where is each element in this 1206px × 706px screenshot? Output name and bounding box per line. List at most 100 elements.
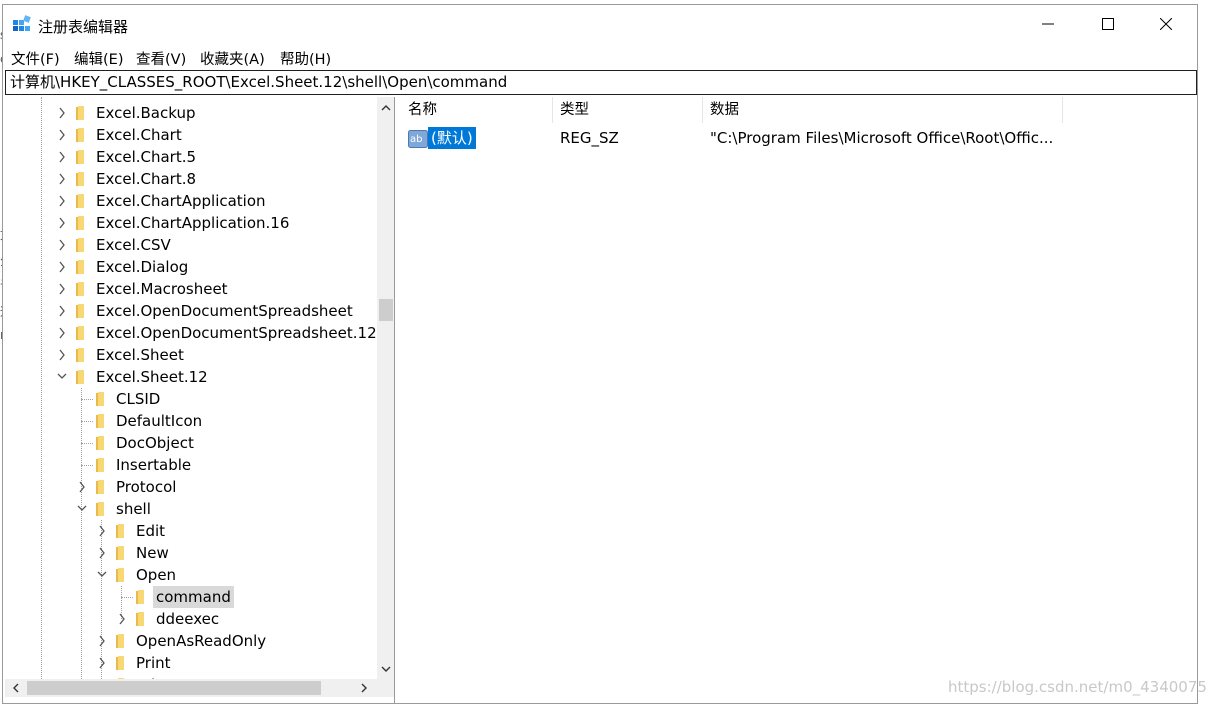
tree-node-ddeexec[interactable]: ddeexec: [5, 608, 377, 630]
tree-node-label[interactable]: Excel.Dialog: [93, 256, 191, 278]
tree-node-command[interactable]: command: [5, 586, 377, 608]
tree-node-excel-opendocumentspreadsheet[interactable]: Excel.OpenDocumentSpreadsheet: [5, 300, 377, 322]
folder-icon: [76, 128, 84, 142]
chevron-right-icon[interactable]: [56, 124, 68, 146]
chevron-right-icon[interactable]: [56, 322, 68, 344]
tree-node-label[interactable]: New: [133, 542, 172, 564]
chevron-down-icon[interactable]: [76, 498, 88, 520]
tree-node-label[interactable]: Print: [133, 652, 174, 674]
tree-node-protocol[interactable]: Protocol: [5, 476, 377, 498]
column-header-name[interactable]: 名称: [401, 97, 553, 123]
tree-node-new[interactable]: New: [5, 542, 377, 564]
tree-node-excel-chartapplication[interactable]: Excel.ChartApplication: [5, 190, 377, 212]
tree-node-excel-sheet[interactable]: Excel.Sheet: [5, 344, 377, 366]
tree-node-label[interactable]: Excel.OpenDocumentSpreadsheet.12: [93, 322, 380, 344]
tree-node-label[interactable]: CLSID: [113, 388, 163, 410]
scroll-left-icon[interactable]: [12, 683, 20, 693]
tree-node-label[interactable]: DefaultIcon: [113, 410, 205, 432]
chevron-down-icon[interactable]: [96, 564, 108, 586]
title-bar[interactable]: 注册表编辑器: [3, 5, 1197, 43]
value-name[interactable]: (默认): [428, 127, 476, 149]
tree-node-excel-chart-5[interactable]: Excel.Chart.5: [5, 146, 377, 168]
chevron-right-icon[interactable]: [56, 256, 68, 278]
close-button[interactable]: [1137, 5, 1195, 43]
chevron-right-icon[interactable]: [56, 102, 68, 124]
tree-node-excel-sheet-12[interactable]: Excel.Sheet.12: [5, 366, 377, 388]
tree-node-excel-backup[interactable]: Excel.Backup: [5, 102, 377, 124]
tree-node-label[interactable]: OpenAsReadOnly: [133, 630, 269, 652]
vertical-scroll-thumb[interactable]: [379, 299, 393, 321]
tree-node-excel-chart[interactable]: Excel.Chart: [5, 124, 377, 146]
tree-node-label[interactable]: DocObject: [113, 432, 197, 454]
folder-icon: [96, 436, 104, 450]
chevron-right-icon[interactable]: [96, 652, 108, 674]
tree-node-clsid[interactable]: CLSID: [5, 388, 377, 410]
address-bar[interactable]: 计算机\HKEY_CLASSES_ROOT\Excel.Sheet.12\she…: [5, 70, 1197, 95]
chevron-right-icon[interactable]: [56, 190, 68, 212]
tree-node-insertable[interactable]: Insertable: [5, 454, 377, 476]
chevron-right-icon[interactable]: [56, 168, 68, 190]
column-header-type[interactable]: 类型: [553, 97, 703, 123]
tree-node-excel-chartapplication-16[interactable]: Excel.ChartApplication.16: [5, 212, 377, 234]
chevron-right-icon[interactable]: [56, 146, 68, 168]
tree-node-label[interactable]: Insertable: [113, 454, 194, 476]
chevron-right-icon[interactable]: [56, 344, 68, 366]
chevron-right-icon[interactable]: [56, 278, 68, 300]
chevron-right-icon[interactable]: [56, 234, 68, 256]
tree-node-excel-chart-8[interactable]: Excel.Chart.8: [5, 168, 377, 190]
tree-node-open[interactable]: Open: [5, 564, 377, 586]
tree-node-excel-macrosheet[interactable]: Excel.Macrosheet: [5, 278, 377, 300]
tree-node-docobject[interactable]: DocObject: [5, 432, 377, 454]
tree-vertical-scrollbar[interactable]: [377, 97, 394, 679]
tree-node-label[interactable]: Excel.Sheet.12: [93, 366, 211, 388]
horizontal-scroll-thumb[interactable]: [27, 681, 321, 695]
chevron-right-icon[interactable]: [76, 476, 88, 498]
tree-node-label[interactable]: Excel.ChartApplication: [93, 190, 269, 212]
menu-view[interactable]: 查看(V): [135, 48, 187, 69]
chevron-right-icon[interactable]: [96, 542, 108, 564]
menu-favorites[interactable]: 收藏夹(A): [199, 48, 266, 69]
scroll-down-icon[interactable]: [381, 665, 391, 673]
tree-node-label[interactable]: Excel.Chart.5: [93, 146, 199, 168]
tree-node-label[interactable]: Excel.ChartApplication.16: [93, 212, 292, 234]
tree-node-label[interactable]: Open: [133, 564, 179, 586]
tree-horizontal-scrollbar[interactable]: [5, 679, 394, 697]
tree-node-openasreadonly[interactable]: OpenAsReadOnly: [5, 630, 377, 652]
tree-node-label[interactable]: Excel.OpenDocumentSpreadsheet: [93, 300, 356, 322]
tree-node-excel-opendocumentspreadsheet-12[interactable]: Excel.OpenDocumentSpreadsheet.12: [5, 322, 377, 344]
tree-node-label[interactable]: Protocol: [113, 476, 179, 498]
tree-node-edit[interactable]: Edit: [5, 520, 377, 542]
tree-node-defaulticon[interactable]: DefaultIcon: [5, 410, 377, 432]
folder-icon: [76, 348, 84, 362]
tree-node-print[interactable]: Print: [5, 652, 377, 674]
column-header-data[interactable]: 数据: [703, 97, 1063, 123]
tree-node-label[interactable]: Excel.Macrosheet: [93, 278, 231, 300]
tree-node-label[interactable]: Excel.Sheet: [93, 344, 187, 366]
chevron-down-icon[interactable]: [56, 366, 68, 388]
menu-file[interactable]: 文件(F): [10, 48, 61, 69]
folder-icon: [76, 216, 84, 230]
tree-node-label[interactable]: shell: [113, 498, 154, 520]
maximize-button[interactable]: [1079, 5, 1137, 43]
tree-node-label[interactable]: Edit: [133, 520, 168, 542]
menu-edit[interactable]: 编辑(E): [73, 48, 124, 69]
tree-node-label[interactable]: command: [153, 586, 234, 608]
scroll-up-icon[interactable]: [381, 104, 391, 112]
minimize-button[interactable]: [1019, 5, 1077, 43]
chevron-right-icon[interactable]: [96, 520, 108, 542]
menu-help[interactable]: 帮助(H): [279, 48, 332, 69]
tree-node-excel-dialog[interactable]: Excel.Dialog: [5, 256, 377, 278]
chevron-right-icon[interactable]: [56, 212, 68, 234]
tree-node-label[interactable]: ddeexec: [153, 608, 222, 630]
chevron-right-icon[interactable]: [56, 300, 68, 322]
chevron-right-icon[interactable]: [116, 608, 128, 630]
tree-node-label[interactable]: Excel.CSV: [93, 234, 174, 256]
tree-node-label[interactable]: Excel.Chart: [93, 124, 185, 146]
tree-node-shell[interactable]: shell: [5, 498, 377, 520]
scroll-right-icon[interactable]: [360, 683, 368, 693]
chevron-right-icon[interactable]: [96, 630, 108, 652]
tree-node-excel-csv[interactable]: Excel.CSV: [5, 234, 377, 256]
folder-open-icon: [116, 568, 124, 582]
tree-node-label[interactable]: Excel.Backup: [93, 102, 199, 124]
tree-node-label[interactable]: Excel.Chart.8: [93, 168, 199, 190]
